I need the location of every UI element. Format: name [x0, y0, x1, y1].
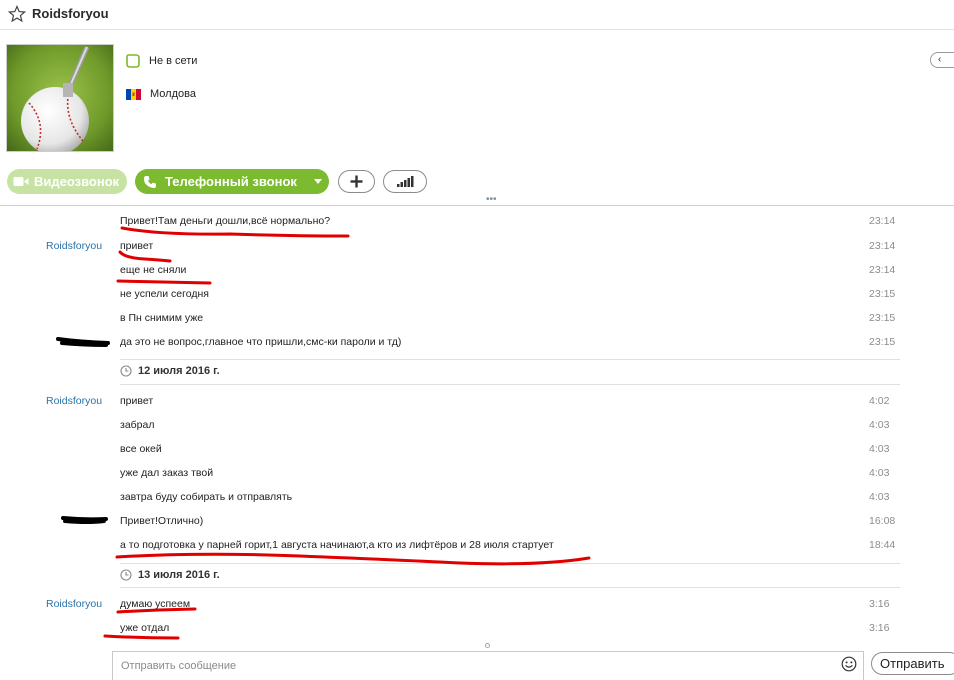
message-time: 4:03	[869, 491, 890, 503]
message-time: 23:14	[869, 215, 896, 227]
message-time: 4:02	[869, 395, 890, 407]
message-row: в Пн снимим уже 23:15	[0, 306, 954, 330]
message-text: думаю успеем	[120, 598, 191, 610]
status-text: Не в сети	[149, 55, 198, 67]
date-separator: 13 июля 2016 г.	[120, 566, 220, 584]
resize-handle[interactable]: •••	[486, 195, 500, 205]
message-time: 23:14	[869, 240, 896, 252]
message-row: не успели сегодня 23:15	[0, 282, 954, 306]
message-text: завтра буду собирать и отправлять	[120, 491, 293, 503]
message-input[interactable]	[112, 651, 864, 680]
phone-icon	[143, 175, 156, 188]
message-text: уже дал заказ твой	[120, 467, 214, 479]
baseball-avatar-image	[7, 45, 113, 151]
message-time: 18:44	[869, 539, 896, 551]
message-row: Привет!Отлично) 16:08	[0, 509, 954, 533]
clock-icon	[120, 569, 132, 581]
message-row: да это не вопрос,главное что пришли,смс-…	[0, 330, 954, 354]
message-sender[interactable]: Roidsforyou	[46, 598, 102, 610]
message-row: завтра буду собирать и отправлять 4:03	[0, 485, 954, 509]
message-text: забрал	[120, 419, 155, 431]
message-time: 16:08	[869, 515, 896, 527]
message-time: 23:15	[869, 336, 896, 348]
message-time: 23:14	[869, 264, 896, 276]
plus-icon	[350, 175, 363, 188]
phone-options-chevron-down-icon[interactable]	[314, 179, 322, 184]
avatar[interactable]	[6, 44, 114, 152]
message-text: еще не сняли	[120, 264, 187, 276]
add-button[interactable]	[338, 170, 375, 193]
message-row: еще не сняли 23:14	[0, 258, 954, 282]
message-row: все окей 4:03	[0, 437, 954, 461]
video-call-button[interactable]: Видеозвонок	[7, 169, 127, 194]
message-text: уже отдал	[120, 622, 170, 634]
message-sender[interactable]: Roidsforyou	[46, 240, 102, 252]
call-quality-button[interactable]	[383, 170, 427, 193]
signal-bars-icon	[397, 176, 414, 187]
message-text: не успели сегодня	[120, 288, 209, 300]
smiley-icon[interactable]	[841, 656, 857, 672]
message-time: 4:03	[869, 467, 890, 479]
date-separator-line	[120, 359, 900, 360]
message-row: а то подготовка у парней горит,1 августа…	[0, 533, 954, 557]
message-row: уже дал заказ твой 4:03	[0, 461, 954, 485]
message-row: Привет!Там деньги дошли,всё нормально? 2…	[0, 209, 954, 233]
message-time: 3:16	[869, 598, 890, 610]
message-text: Привет!Там деньги дошли,всё нормально?	[120, 215, 331, 227]
message-text: все окей	[120, 443, 162, 455]
message-time: 4:03	[869, 419, 890, 431]
message-row: забрал 4:03	[0, 413, 954, 437]
message-sender[interactable]: Roidsforyou	[46, 395, 102, 407]
status-row: Не в сети	[126, 53, 197, 69]
country-text: Молдова	[150, 88, 196, 100]
message-row: Roidsforyou привет 23:14	[0, 234, 954, 258]
message-row: Roidsforyou думаю успеем 3:16	[0, 592, 954, 616]
phone-call-label: Телефонный звонок	[165, 174, 297, 189]
message-time: 23:15	[869, 288, 896, 300]
clock-icon	[120, 365, 132, 377]
video-call-label: Видеозвонок	[34, 174, 120, 189]
date-separator-line	[120, 587, 900, 588]
message-row: уже отдал 3:16	[0, 616, 954, 640]
message-text: а то подготовка у парней горит,1 августа…	[120, 539, 554, 551]
header-divider	[0, 205, 954, 206]
message-text: Привет!Отлично)	[120, 515, 204, 527]
country-row: Молдова	[126, 86, 196, 102]
message-time: 4:03	[869, 443, 890, 455]
message-text: в Пн снимим уже	[120, 312, 204, 324]
date-separator-line	[120, 384, 900, 385]
date-separator-line	[120, 563, 900, 564]
top-bar: Roidsforyou	[0, 0, 954, 30]
video-camera-icon	[13, 177, 29, 186]
message-row: Roidsforyou привет 4:02	[0, 389, 954, 413]
send-button[interactable]: Отправить	[871, 652, 954, 675]
phone-call-button[interactable]: Телефонный звонок	[135, 169, 329, 194]
offline-status-icon	[126, 54, 140, 68]
date-separator-text: 13 июля 2016 г.	[138, 569, 220, 581]
moldova-flag-icon	[126, 88, 141, 100]
message-text: да это не вопрос,главное что пришли,смс-…	[120, 336, 402, 348]
collapse-panel-button[interactable]: ‹	[930, 52, 954, 68]
compose-resize-handle[interactable]	[485, 643, 490, 648]
star-icon[interactable]	[8, 5, 26, 23]
message-time: 23:15	[869, 312, 896, 324]
date-separator: 12 июля 2016 г.	[120, 362, 220, 380]
message-text: привет	[120, 240, 154, 252]
contact-name: Roidsforyou	[32, 6, 109, 21]
message-time: 3:16	[869, 622, 890, 634]
message-text: привет	[120, 395, 154, 407]
date-separator-text: 12 июля 2016 г.	[138, 365, 220, 377]
